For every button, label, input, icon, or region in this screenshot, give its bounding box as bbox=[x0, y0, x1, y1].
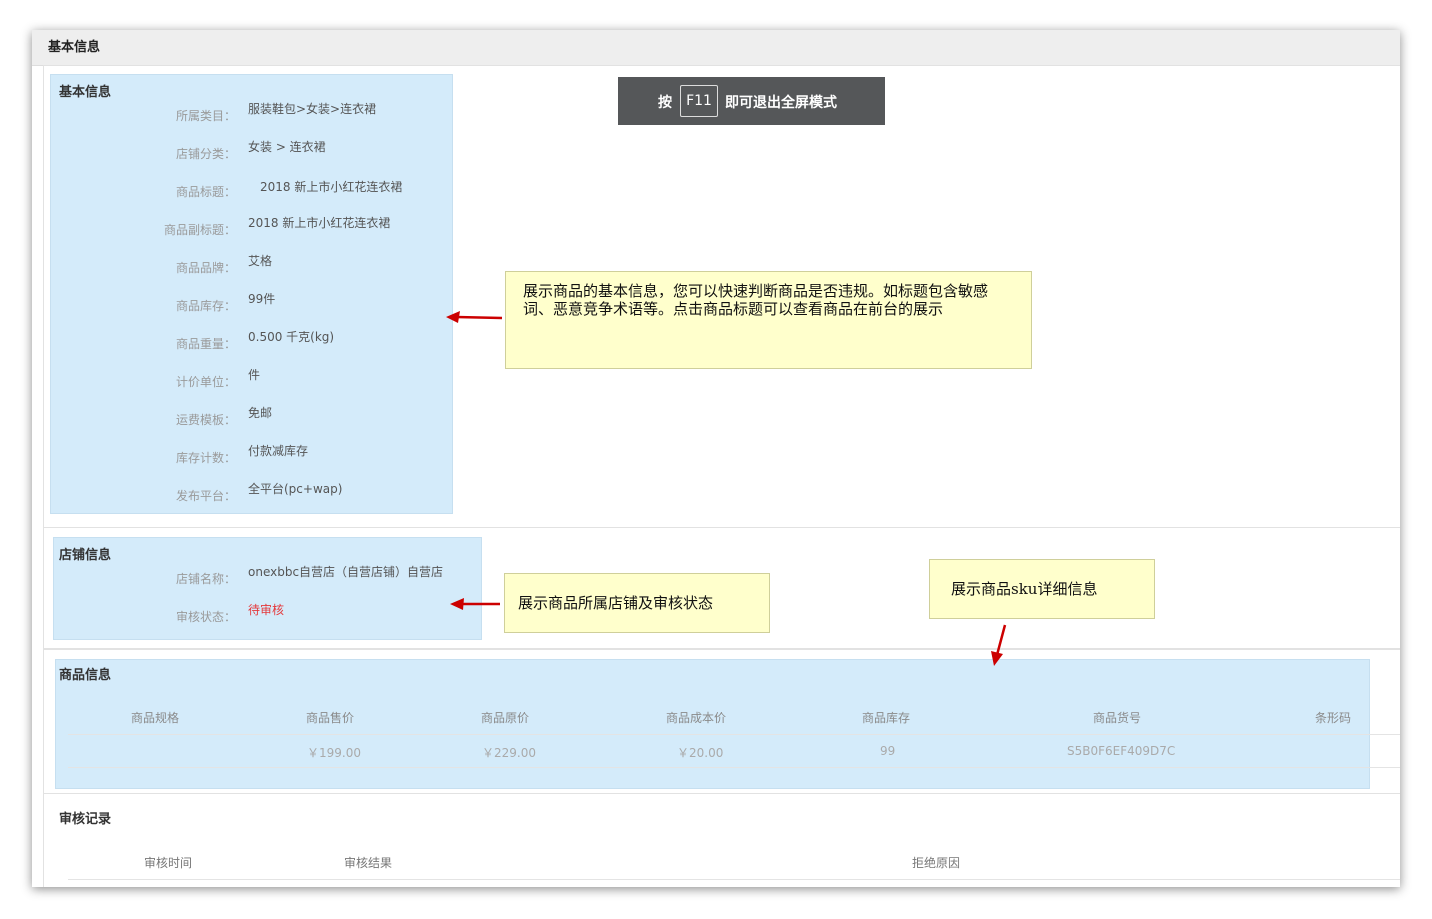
arrow-sku-info-head bbox=[991, 651, 1003, 666]
arrow-basic-info bbox=[455, 315, 503, 320]
annotation-arrows bbox=[446, 311, 1007, 666]
arrow-sku-info bbox=[995, 624, 1007, 656]
arrow-shop-info-head bbox=[450, 598, 464, 610]
arrow-basic-info-head bbox=[446, 311, 460, 323]
